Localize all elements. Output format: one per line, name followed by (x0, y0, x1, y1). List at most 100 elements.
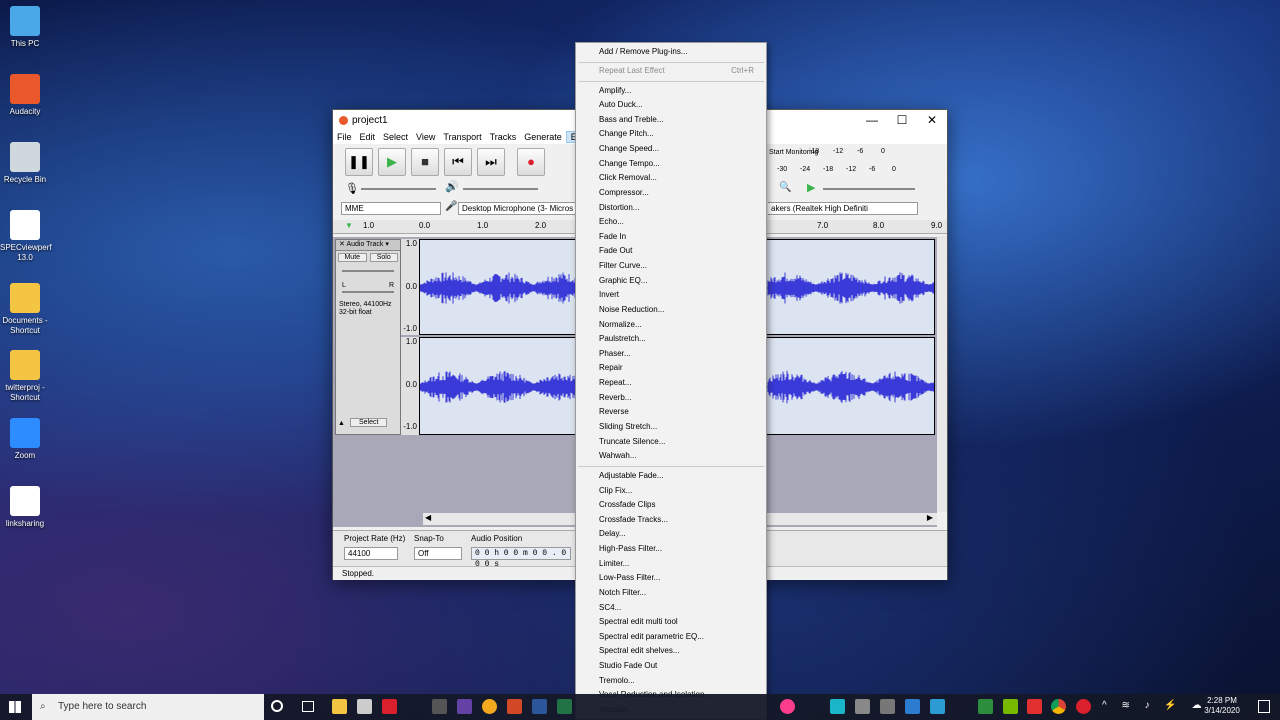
menu-item-effect[interactable]: Click Removal... (599, 171, 657, 185)
app-icon-1[interactable] (830, 699, 845, 714)
desktop-icon[interactable]: linksharing (0, 486, 50, 529)
excel-icon[interactable] (557, 699, 572, 714)
app-icon-4[interactable] (930, 699, 945, 714)
select-button[interactable]: Select (350, 418, 388, 427)
minimize-button[interactable]: — (857, 110, 887, 130)
solo-button[interactable]: Solo (369, 253, 398, 262)
menu-transport[interactable]: Transport (439, 132, 485, 142)
menu-item-plugin[interactable]: Spectral edit parametric EQ... (599, 630, 704, 644)
menu-item-effect[interactable]: Fade Out (599, 244, 632, 258)
menu-item-plugin[interactable]: Tremolo... (599, 674, 635, 688)
desktop-icon[interactable]: SPECviewperf 13.0 (0, 210, 52, 263)
menu-item-plugin[interactable]: SC4... (599, 601, 621, 615)
close-button[interactable]: ✕ (917, 110, 947, 130)
menu-item-effect[interactable]: Graphic EQ... (599, 274, 647, 288)
play-at-speed-button[interactable]: ▶ (807, 181, 815, 194)
menu-item-effect[interactable]: Change Tempo... (599, 157, 660, 171)
menu-item-effect[interactable]: Change Speed... (599, 142, 659, 156)
project-rate-select[interactable]: 44100 (344, 547, 398, 560)
menu-item-plugin[interactable]: Crossfade Clips (599, 498, 655, 512)
word-icon[interactable] (532, 699, 547, 714)
menu-item-effect[interactable]: Repair (599, 361, 623, 375)
app-icon-6[interactable] (1076, 699, 1091, 714)
scroll-left-icon[interactable]: ◀ (425, 513, 431, 522)
playback-device-select[interactable]: akers (Realtek High Definiti (768, 202, 918, 215)
menu-item-plugin[interactable]: Spectral edit multi tool (599, 615, 678, 629)
task-view-icon[interactable] (302, 701, 314, 712)
menu-item-effect[interactable]: Bass and Treble... (599, 113, 663, 127)
play-speed-slider[interactable] (823, 188, 915, 190)
store-icon[interactable] (357, 699, 372, 714)
zoom-icon[interactable]: 🔍 (779, 182, 791, 193)
track-name-button[interactable]: ✕ Audio Track ▾ (336, 240, 400, 251)
mute-button[interactable]: Mute (338, 253, 367, 262)
twitch-icon[interactable] (457, 699, 472, 714)
tray-icons[interactable]: ^ ≋ ♪ ⚡ ☁ (1102, 700, 1208, 711)
chrome-icon[interactable] (1051, 699, 1066, 714)
menu-view[interactable]: View (412, 132, 439, 142)
menu-item-effect[interactable]: Filter Curve... (599, 259, 647, 273)
menu-item-effect[interactable]: Amplify... (599, 84, 631, 98)
menu-item-effect[interactable]: Change Pitch... (599, 127, 654, 141)
playback-meter[interactable]: -18 -12 -6 0 (809, 148, 939, 158)
skip-end-button[interactable]: ⏭ (477, 148, 505, 176)
menu-item-plugin[interactable]: Low-Pass Filter... (599, 571, 660, 585)
menu-item-effect[interactable]: Paulstretch... (599, 332, 646, 346)
maximize-button[interactable]: ☐ (887, 110, 917, 130)
skip-start-button[interactable]: ⏮ (444, 148, 472, 176)
recording-device-select[interactable]: Desktop Microphone (3- Micros (458, 202, 576, 215)
clock[interactable]: 2:28 PM 3/14/2020 (1198, 696, 1246, 716)
app-icon-2[interactable] (855, 699, 870, 714)
browser-icon[interactable] (482, 699, 497, 714)
menu-tracks[interactable]: Tracks (486, 132, 521, 142)
menu-item-plugin[interactable]: Adjustable Fade... (599, 469, 663, 483)
stop-button[interactable]: ■ (411, 148, 439, 176)
menu-item-effect[interactable]: Fade In (599, 230, 626, 244)
menu-item-plugin[interactable]: Delay... (599, 527, 626, 541)
menu-item-effect[interactable]: Noise Reduction... (599, 303, 664, 317)
record-button[interactable]: ● (517, 148, 545, 176)
menu-item-effect[interactable]: Phaser... (599, 347, 631, 361)
host-select[interactable]: MME (341, 202, 441, 215)
menu-item-effect[interactable]: Truncate Silence... (599, 435, 665, 449)
menu-edit[interactable]: Edit (356, 132, 380, 142)
menu-select[interactable]: Select (379, 132, 412, 142)
menu-item-add-remove-plugins[interactable]: Add / Remove Plug-ins... (599, 45, 687, 59)
scroll-right-icon[interactable]: ▶ (927, 513, 933, 522)
recording-meter[interactable]: -30 -24 -18 -12 -6 0 (777, 166, 937, 176)
menu-item-effect[interactable]: Reverb... (599, 391, 631, 405)
menu-item-effect[interactable]: Normalize... (599, 318, 642, 332)
vertical-scrollbar[interactable] (937, 236, 947, 512)
desktop-icon[interactable]: Audacity (0, 74, 50, 117)
menu-item-plugin[interactable]: Notch Filter... (599, 586, 646, 600)
camera-icon[interactable] (432, 699, 447, 714)
notification-icon[interactable] (1258, 700, 1270, 713)
cw-icon[interactable] (978, 699, 993, 714)
menu-item-effect[interactable]: Reverse (599, 405, 629, 419)
audio-position-field[interactable]: 0 0 h 0 0 m 0 0 . 0 0 0 s (471, 547, 571, 569)
desktop-icon[interactable]: This PC (0, 6, 50, 49)
menu-item-plugin[interactable]: Crossfade Tracks... (599, 513, 668, 527)
itunes-icon[interactable] (780, 699, 795, 714)
desktop-icon[interactable]: Documents - Shortcut (0, 283, 50, 336)
gain-slider[interactable] (342, 270, 394, 272)
menu-item-plugin[interactable]: Spectral edit shelves... (599, 644, 679, 658)
menu-item-effect[interactable]: Compressor... (599, 186, 649, 200)
desktop-icon[interactable]: Recycle Bin (0, 142, 50, 185)
menu-item-effect[interactable]: Auto Duck... (599, 98, 643, 112)
menu-item-effect[interactable]: Invert (599, 288, 619, 302)
menu-item-effect[interactable]: Repeat... (599, 376, 631, 390)
taskbar-search[interactable]: ⌕ Type here to search (32, 694, 264, 720)
menu-item-effect[interactable]: Sliding Stretch... (599, 420, 657, 434)
powerpoint-icon[interactable] (507, 699, 522, 714)
pan-slider[interactable] (342, 291, 394, 293)
calculator-icon[interactable] (880, 699, 895, 714)
menu-item-effect[interactable]: Echo... (599, 215, 624, 229)
desktop-icon[interactable]: twitterproj - Shortcut (0, 350, 50, 403)
play-button[interactable]: ▶ (378, 148, 406, 176)
snap-to-select[interactable]: Off (414, 547, 462, 560)
file-explorer-icon[interactable] (332, 699, 347, 714)
menu-item-plugin[interactable]: Studio Fade Out (599, 659, 657, 673)
menu-generate[interactable]: Generate (520, 132, 566, 142)
desktop-icon[interactable]: Zoom (0, 418, 50, 461)
